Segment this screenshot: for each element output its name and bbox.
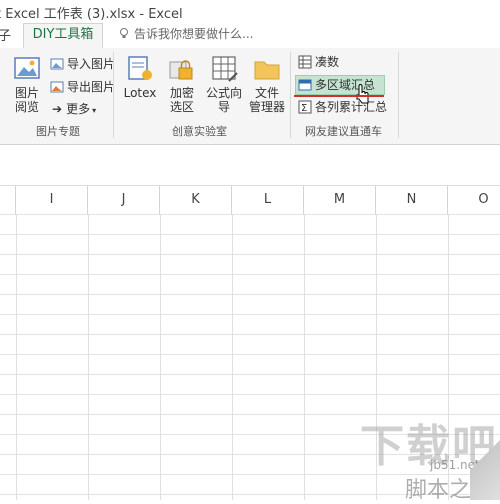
lotex-button[interactable]: Lotex: [120, 54, 160, 100]
export-picture-button[interactable]: 导出图片: [50, 78, 115, 96]
underline-annotation: [294, 95, 384, 97]
picture-view-button[interactable]: 图片 阅览: [8, 54, 46, 114]
lotex-label: Lotex: [123, 86, 157, 100]
arrow-right-icon: ➔: [52, 102, 63, 116]
tab-diy-toolbox[interactable]: DIY工具箱: [23, 23, 103, 48]
column-header-i[interactable]: I: [16, 186, 88, 214]
formula-bar-area: [0, 145, 500, 186]
picture-view-label-2: 阅览: [14, 100, 39, 114]
grid-icon: [298, 55, 312, 69]
formula-wizard-button[interactable]: 公式向 导: [203, 54, 245, 114]
title-bar: t Excel 工作表 (3).xlsx - Excel: [0, 0, 500, 22]
picture-view-label-1: 图片: [14, 86, 39, 100]
make-up-number-button[interactable]: 凑数: [298, 53, 339, 71]
more-dropdown[interactable]: ➔ 更多 ▾: [52, 100, 96, 118]
chevron-down-icon: ▾: [92, 106, 97, 115]
export-picture-icon: [50, 81, 64, 93]
column-header-row: I J K L M N O: [0, 186, 500, 215]
encrypt-label-1: 加密: [169, 86, 194, 100]
grid-column-line: [160, 214, 161, 500]
formula-wizard-label-2: 导: [217, 100, 230, 114]
column-header-partial[interactable]: [0, 186, 16, 214]
svg-text:Σ: Σ: [301, 103, 307, 114]
group-label-picture: 图片专题: [36, 125, 80, 138]
group-separator: [113, 52, 114, 138]
group-separator: [290, 52, 291, 138]
column-cumulative-sum-label: 各列累计汇总: [315, 100, 388, 114]
window-title: t Excel 工作表 (3).xlsx - Excel: [0, 7, 183, 22]
grid-column-line: [232, 214, 233, 500]
import-picture-icon: [50, 58, 64, 70]
picture-icon: [14, 57, 40, 79]
table-sum-icon: [298, 79, 312, 91]
make-up-label: 凑数: [315, 55, 340, 69]
import-picture-button[interactable]: 导入图片: [50, 55, 115, 73]
sigma-icon: Σ: [298, 100, 312, 114]
lotex-icon: [128, 56, 152, 80]
lightbulb-icon: [120, 28, 128, 38]
group-separator: [398, 52, 399, 138]
group-label-suggestions: 网友建议直通车: [305, 125, 382, 138]
encrypt-label-2: 选区: [169, 100, 194, 114]
file-manager-label-2: 管理器: [248, 100, 285, 114]
column-header-n[interactable]: N: [376, 186, 448, 214]
mouse-cursor-icon: [356, 84, 369, 104]
group-label-creative: 创意实验室: [172, 125, 227, 138]
grid-column-line: [16, 214, 17, 500]
formula-wizard-label-1: 公式向: [205, 86, 242, 100]
file-manager-button[interactable]: 文件 管理器: [248, 54, 286, 114]
ribbon: 图片 阅览 导入图片 导出图片 ➔更多▾ 图片专题 Lotex 加密 选区: [0, 48, 500, 145]
column-header-o[interactable]: O: [448, 186, 500, 214]
grid-column-line: [88, 214, 89, 500]
column-header-m[interactable]: M: [304, 186, 376, 214]
tell-me-text: 告诉我你想要做什么...: [134, 27, 254, 41]
tab-partial[interactable]: 子: [0, 25, 11, 44]
column-header-l[interactable]: L: [232, 186, 304, 214]
import-picture-label: 导入图片: [67, 57, 116, 71]
column-header-k[interactable]: K: [160, 186, 232, 214]
multi-area-sum-button[interactable]: 多区域汇总: [295, 75, 385, 95]
column-header-j[interactable]: J: [88, 186, 160, 214]
more-label: 更多: [66, 102, 91, 116]
export-picture-label: 导出图片: [67, 80, 116, 94]
grid-column-line: [304, 214, 305, 500]
file-manager-label-1: 文件: [254, 86, 279, 100]
encrypt-selection-button[interactable]: 加密 选区: [165, 54, 199, 114]
tell-me-box[interactable]: 告诉我你想要做什么...: [118, 25, 253, 42]
ribbon-tab-row: 子 DIY工具箱 告诉我你想要做什么...: [0, 22, 500, 49]
folder-icon: [254, 61, 280, 80]
column-cumulative-sum-button[interactable]: Σ 各列累计汇总: [298, 98, 387, 116]
formula-wizard-icon: [212, 56, 238, 82]
lock-icon: [169, 60, 193, 80]
page-fold-decoration: [470, 420, 500, 500]
